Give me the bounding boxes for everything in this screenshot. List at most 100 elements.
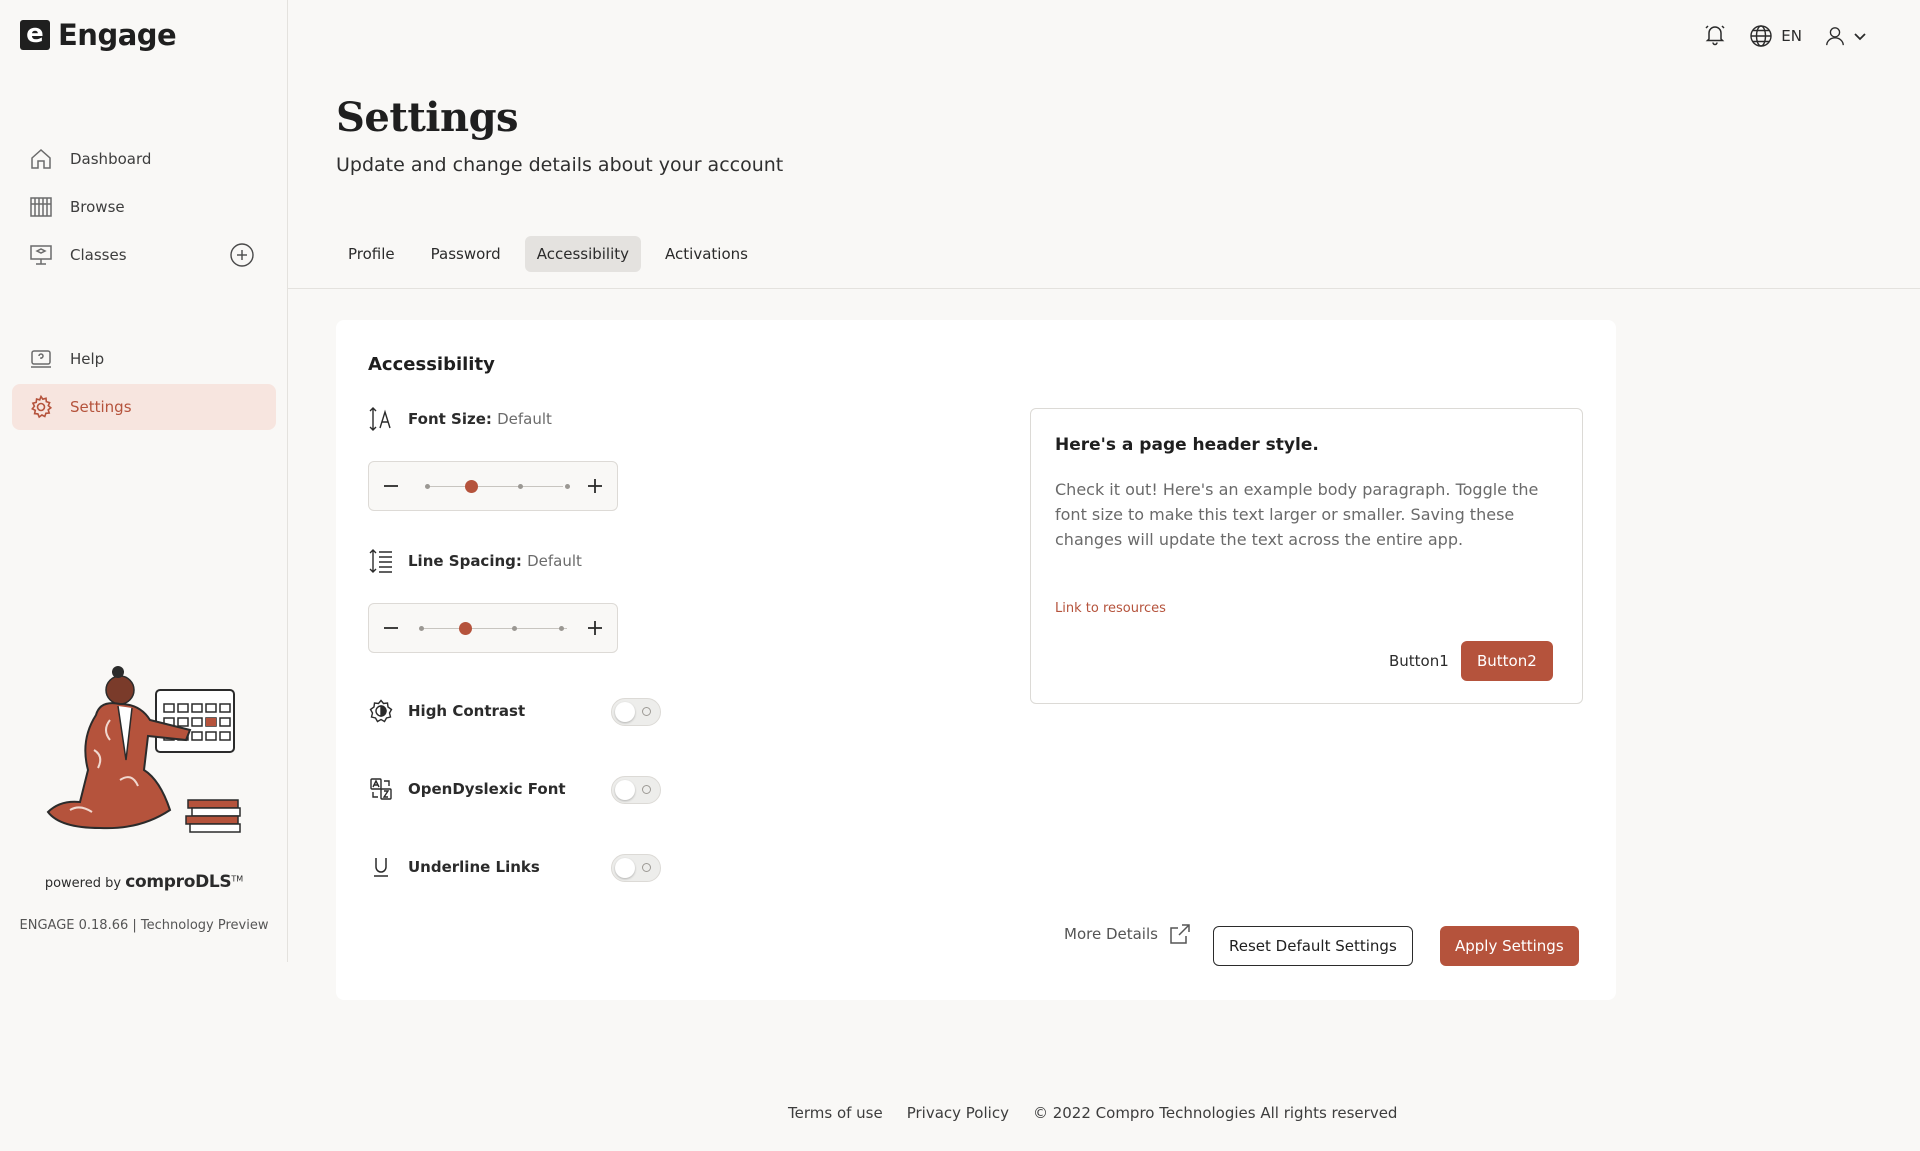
user-menu[interactable] bbox=[1824, 25, 1868, 47]
language-code: EN bbox=[1781, 27, 1802, 45]
underline-icon bbox=[368, 854, 394, 880]
line-spacing-title: Line Spacing: bbox=[408, 552, 522, 570]
sidebar-item-browse[interactable]: Browse bbox=[12, 184, 276, 230]
sidebar-item-dashboard[interactable]: Dashboard bbox=[12, 136, 276, 182]
line-spacing-stepper bbox=[368, 603, 618, 653]
primary-nav: Dashboard Browse Classes bbox=[12, 136, 276, 280]
preview-heading: Here's a page header style. bbox=[1055, 435, 1319, 455]
decrease-line-spacing-button[interactable] bbox=[379, 616, 403, 640]
tabs-divider bbox=[288, 288, 1920, 289]
toggle-knob bbox=[615, 780, 635, 800]
help-icon bbox=[28, 346, 54, 372]
font-size-title: Font Size: bbox=[408, 410, 492, 428]
chevron-down-icon bbox=[1854, 33, 1866, 41]
sidebar-item-classes[interactable]: Classes bbox=[12, 232, 276, 278]
high-contrast-title: High Contrast bbox=[408, 702, 526, 720]
sidebar: e Engage Dashboard Browse Classes Help S… bbox=[0, 0, 288, 962]
step-dot-selected[interactable] bbox=[459, 622, 472, 635]
preview-body: Check it out! Here's an example body par… bbox=[1055, 480, 1539, 549]
preview-button2[interactable]: Button2 bbox=[1461, 641, 1553, 681]
classroom-icon bbox=[28, 242, 54, 268]
step-dot-selected[interactable] bbox=[465, 480, 478, 493]
gear-icon bbox=[28, 394, 54, 420]
home-icon bbox=[28, 146, 54, 172]
app-name: Engage bbox=[58, 18, 177, 52]
underline-links-title: Underline Links bbox=[408, 858, 540, 876]
font-size-icon bbox=[368, 406, 394, 432]
underline-links-toggle[interactable] bbox=[611, 854, 661, 882]
preview-link[interactable]: Link to resources bbox=[1055, 601, 1166, 616]
toggle-off-indicator bbox=[642, 707, 651, 716]
step-dot[interactable] bbox=[518, 484, 523, 489]
increase-font-size-button[interactable] bbox=[583, 474, 607, 498]
font-size-value: Default bbox=[497, 410, 552, 428]
step-dot[interactable] bbox=[512, 626, 517, 631]
powered-prefix: powered by bbox=[44, 876, 122, 891]
font-size-track bbox=[425, 480, 570, 493]
sidebar-item-label: Help bbox=[70, 350, 105, 368]
topbar: EN bbox=[1703, 22, 1868, 50]
add-class-icon[interactable] bbox=[230, 243, 254, 267]
trademark-mark: TM bbox=[231, 874, 244, 884]
tab-password[interactable]: Password bbox=[419, 236, 513, 272]
high-contrast-toggle[interactable] bbox=[611, 698, 661, 726]
sidebar-item-settings[interactable]: Settings bbox=[12, 384, 276, 430]
opendyslexic-toggle[interactable] bbox=[611, 776, 661, 804]
app-version: ENGAGE 0.18.66 | Technology Preview bbox=[19, 918, 269, 933]
settings-tabs: Profile Password Accessibility Activatio… bbox=[336, 236, 760, 272]
reset-default-settings-button[interactable]: Reset Default Settings bbox=[1213, 926, 1413, 966]
section-title: Accessibility bbox=[368, 354, 495, 375]
tab-accessibility[interactable]: Accessibility bbox=[524, 236, 642, 272]
copyright-text: © 2022 Compro Technologies All rights re… bbox=[1032, 1104, 1398, 1122]
app-logo[interactable]: e Engage bbox=[20, 18, 177, 52]
high-contrast-label: High Contrast bbox=[368, 698, 525, 724]
preview-panel: Here's a page header style. Check it out… bbox=[1030, 408, 1583, 704]
more-details-label: More Details bbox=[1064, 925, 1158, 943]
sidebar-item-label: Dashboard bbox=[70, 150, 152, 168]
line-spacing-label: Line Spacing: Default bbox=[368, 548, 582, 574]
toggle-knob bbox=[615, 858, 635, 878]
line-spacing-value: Default bbox=[527, 552, 582, 570]
step-dot[interactable] bbox=[425, 484, 430, 489]
accessibility-card: Accessibility Font Size: Default Line Sp… bbox=[336, 320, 1616, 1000]
tab-activations[interactable]: Activations bbox=[653, 236, 760, 272]
line-spacing-track bbox=[419, 622, 567, 635]
contrast-icon bbox=[368, 698, 394, 724]
sidebar-item-label: Settings bbox=[70, 398, 132, 416]
terms-link[interactable]: Terms of use bbox=[788, 1104, 883, 1122]
toggle-knob bbox=[615, 702, 635, 722]
more-details-link[interactable]: More Details bbox=[1064, 922, 1192, 946]
font-size-label: Font Size: Default bbox=[368, 406, 552, 432]
apply-settings-button[interactable]: Apply Settings bbox=[1440, 926, 1579, 966]
step-dot[interactable] bbox=[559, 626, 564, 631]
page-subtitle: Update and change details about your acc… bbox=[336, 154, 784, 176]
increase-line-spacing-button[interactable] bbox=[583, 616, 607, 640]
sidebar-item-label: Browse bbox=[70, 198, 125, 216]
font-swap-icon bbox=[368, 776, 394, 802]
tab-profile[interactable]: Profile bbox=[336, 236, 407, 272]
toggle-off-indicator bbox=[642, 863, 651, 872]
secondary-nav: Help Settings bbox=[12, 336, 276, 432]
powered-by: powered by comproDLSTM bbox=[0, 872, 288, 892]
step-dot[interactable] bbox=[419, 626, 424, 631]
globe-icon bbox=[1750, 25, 1772, 47]
logo-mark-icon: e bbox=[20, 20, 50, 50]
compro-brand: comproDLS bbox=[125, 872, 232, 892]
page-footer: Terms of use Privacy Policy © 2022 Compr… bbox=[788, 1104, 1397, 1122]
opendyslexic-label: OpenDyslexic Font bbox=[368, 776, 566, 802]
line-spacing-icon bbox=[368, 548, 394, 574]
notification-bell-icon[interactable] bbox=[1703, 22, 1727, 50]
privacy-link[interactable]: Privacy Policy bbox=[907, 1104, 1009, 1122]
decrease-font-size-button[interactable] bbox=[379, 474, 403, 498]
library-icon bbox=[28, 194, 54, 220]
teacher-illustration bbox=[40, 660, 250, 850]
font-size-stepper bbox=[368, 461, 618, 511]
underline-links-label: Underline Links bbox=[368, 854, 540, 880]
sidebar-item-help[interactable]: Help bbox=[12, 336, 276, 382]
step-dot[interactable] bbox=[565, 484, 570, 489]
sidebar-item-label: Classes bbox=[70, 246, 127, 264]
external-link-icon bbox=[1170, 924, 1190, 944]
opendyslexic-title: OpenDyslexic Font bbox=[408, 780, 566, 798]
preview-button1[interactable]: Button1 bbox=[1377, 641, 1461, 681]
language-selector[interactable]: EN bbox=[1749, 24, 1802, 48]
